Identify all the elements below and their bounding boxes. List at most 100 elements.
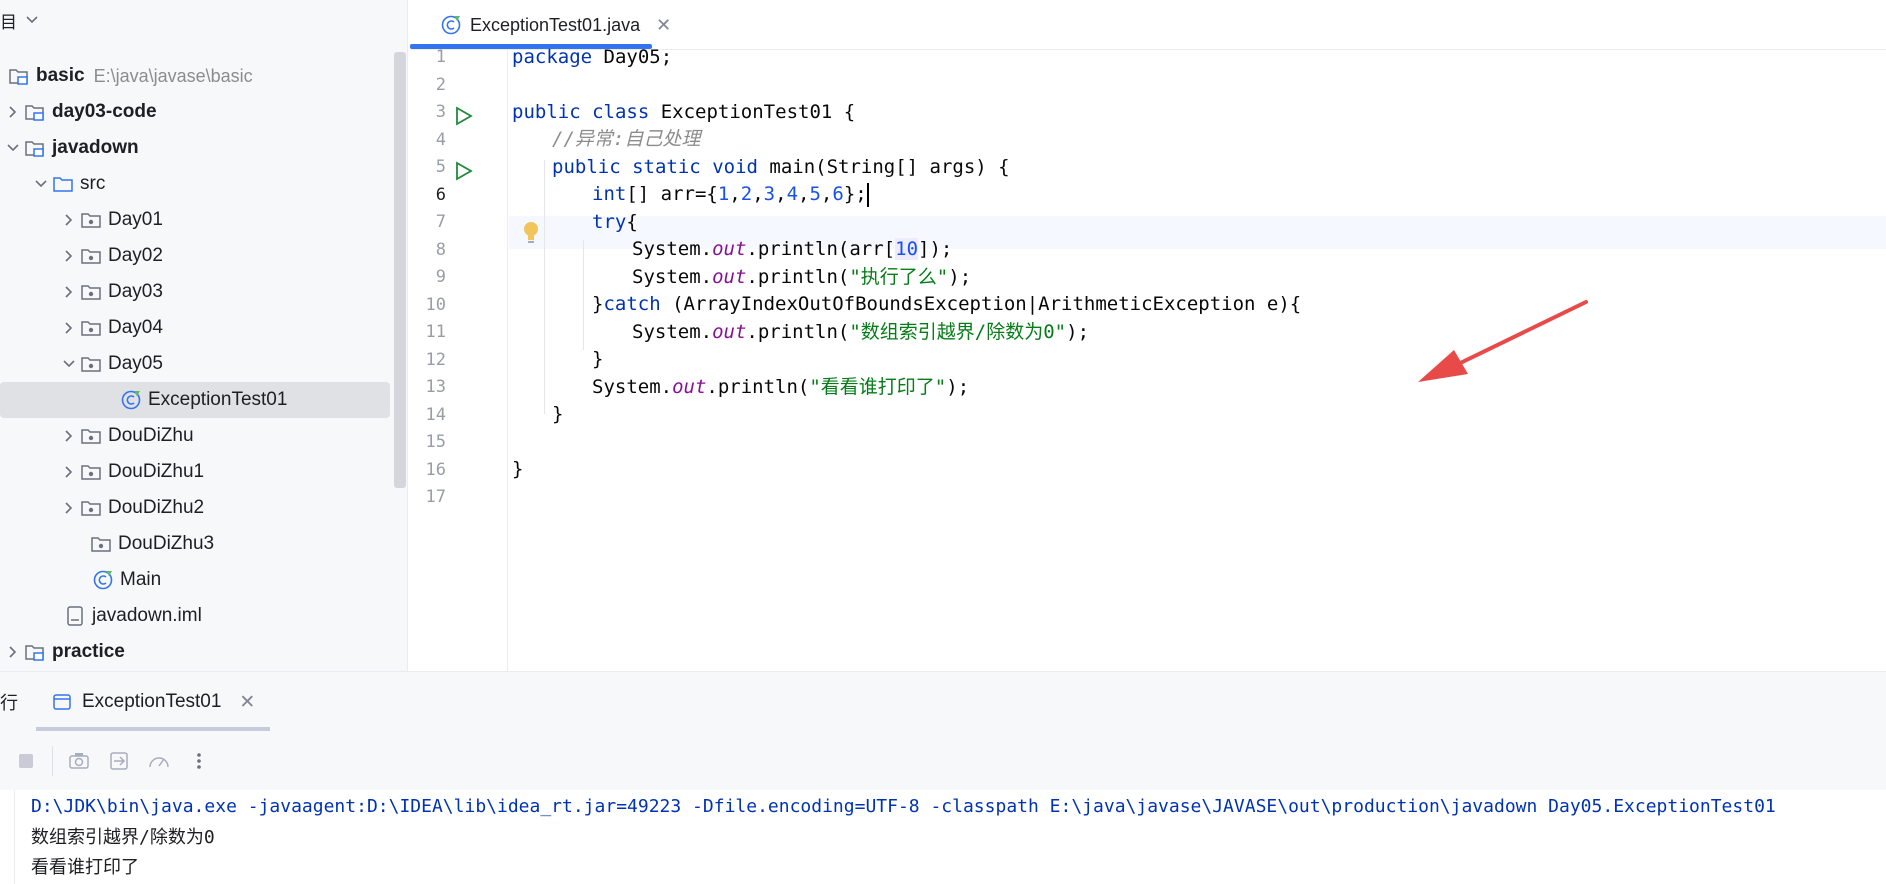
code-line-13: System.out.println("看看谁打印了"); xyxy=(512,371,969,404)
code-text: { xyxy=(626,211,638,233)
tree-item-day02[interactable]: Day02 xyxy=(0,238,390,274)
tree-item-practice[interactable]: practice xyxy=(0,634,390,670)
code-string: "看看谁打印了" xyxy=(809,376,947,398)
exit-icon[interactable] xyxy=(105,747,133,775)
code-keyword: static xyxy=(632,156,701,178)
tree-item-exceptiontest01[interactable]: ExceptionTest01 xyxy=(0,382,390,418)
code-number: 2 xyxy=(740,183,753,205)
module-icon xyxy=(6,65,32,87)
run-gutter-icon[interactable] xyxy=(452,105,474,127)
tree-item-day01[interactable]: Day01 xyxy=(0,202,390,238)
code-text: , xyxy=(775,183,787,205)
code-number: 6 xyxy=(832,183,844,205)
package-icon xyxy=(78,281,104,303)
chevron-right-icon[interactable] xyxy=(60,321,78,335)
code-line-14: } xyxy=(512,398,563,431)
tab-label: ExceptionTest01 xyxy=(82,691,222,712)
chevron-down-icon[interactable] xyxy=(60,359,78,369)
tree-item-javadown-iml[interactable]: javadown.iml xyxy=(0,598,390,634)
project-panel: 目 basic E:\java\javase\basic day03-code … xyxy=(0,0,408,671)
code-field: out xyxy=(672,376,707,398)
chevron-right-icon[interactable] xyxy=(60,249,78,263)
java-class-icon xyxy=(90,569,116,591)
code-field: out xyxy=(712,321,747,343)
code-keyword: try xyxy=(592,211,627,233)
chevron-right-icon[interactable] xyxy=(60,285,78,299)
code-text: System. xyxy=(632,321,713,343)
code-keyword: void xyxy=(712,156,758,178)
code-text: [] arr={ xyxy=(626,183,718,205)
tree-item-doudizhu2[interactable]: DouDiZhu2 xyxy=(0,490,390,526)
tree-item-javadown[interactable]: javadown xyxy=(0,130,390,166)
iml-file-icon xyxy=(62,605,88,627)
code-text: } xyxy=(592,348,604,370)
code-text: , xyxy=(752,183,764,205)
tree-item-doudizhu[interactable]: DouDiZhu xyxy=(0,418,390,454)
code-number: 1 xyxy=(717,183,730,205)
code-text: arr[ xyxy=(849,238,896,260)
tree-item-label: ExceptionTest01 xyxy=(148,389,288,410)
chevron-right-icon[interactable] xyxy=(4,645,22,659)
chevron-down-icon[interactable] xyxy=(32,179,50,189)
tree-item-label: practice xyxy=(52,641,125,662)
stop-icon[interactable] xyxy=(12,747,40,775)
java-class-icon xyxy=(118,389,144,411)
code-text: } xyxy=(552,403,564,425)
chevron-right-icon[interactable] xyxy=(4,105,22,119)
code-text: System. xyxy=(632,266,713,288)
console-output-line: 看看谁打印了 xyxy=(31,857,139,878)
code-text: .println( xyxy=(746,266,850,288)
tree-item-label: DouDiZhu2 xyxy=(108,497,205,518)
chevron-right-icon[interactable] xyxy=(60,429,78,443)
code-field: out xyxy=(712,266,747,288)
chevron-right-icon[interactable] xyxy=(60,501,78,515)
close-icon[interactable]: ✕ xyxy=(239,691,255,714)
tree-item-label: Day03 xyxy=(108,281,163,302)
tree-item-day04[interactable]: Day04 xyxy=(0,310,390,346)
tree-item-day03[interactable]: Day03 xyxy=(0,274,390,310)
close-icon[interactable]: ✕ xyxy=(656,15,671,36)
code-text: ExceptionTest01 { xyxy=(649,101,856,123)
project-panel-header[interactable]: 目 xyxy=(0,0,407,40)
chevron-down-icon[interactable] xyxy=(4,143,22,153)
code-text: System. xyxy=(592,376,673,398)
gauge-icon[interactable] xyxy=(145,747,173,775)
toolbar-divider xyxy=(52,746,53,776)
tree-item-basic[interactable]: basic E:\java\javase\basic xyxy=(0,58,390,94)
chevron-down-icon[interactable] xyxy=(25,12,39,28)
folder-icon xyxy=(50,173,76,195)
code-text: Day05; xyxy=(592,46,673,68)
module-icon xyxy=(22,641,48,663)
tree-item-label: javadown xyxy=(52,137,139,158)
code-text: , xyxy=(729,183,741,205)
chevron-right-icon[interactable] xyxy=(60,213,78,227)
chevron-right-icon[interactable] xyxy=(60,465,78,479)
camera-icon[interactable] xyxy=(65,747,93,775)
run-gutter-icon[interactable] xyxy=(452,160,474,182)
tree-item-day05[interactable]: Day05 xyxy=(0,346,390,382)
code-editor[interactable]: 1 2 3 4 5 6 7 8 9 10 11 12 13 14 15 16 17 package Day05;… xyxy=(410,46,1886,671)
tree-item-doudizhu3[interactable]: DouDiZhu3 xyxy=(0,526,390,562)
console-output-line: 数组索引越界/除数为0 xyxy=(31,827,215,848)
code-comment: //异常:自己处理 xyxy=(552,128,701,150)
tree-item-src[interactable]: src xyxy=(0,166,390,202)
package-icon xyxy=(78,245,104,267)
package-icon xyxy=(78,353,104,375)
project-panel-title: 目 xyxy=(0,12,17,32)
package-icon xyxy=(78,317,104,339)
more-icon[interactable] xyxy=(185,747,213,775)
tree-item-label: Day04 xyxy=(108,317,163,338)
project-scrollbar[interactable] xyxy=(394,52,406,488)
code-text: .println( xyxy=(746,238,850,260)
tree-item-day03-code[interactable]: day03-code xyxy=(0,94,390,130)
tree-item-main[interactable]: Main xyxy=(0,562,390,598)
active-tab-indicator xyxy=(36,727,270,731)
code-text: , xyxy=(820,183,833,205)
console-output[interactable]: D:\JDK\bin\java.exe -javaagent:D:\IDEA\l… xyxy=(14,790,1886,884)
tree-item-label: DouDiZhu xyxy=(108,425,194,446)
tree-item-doudizhu1[interactable]: DouDiZhu1 xyxy=(0,454,390,490)
run-panel: 行 ExceptionTest01 ✕ D:\JDK\bin\java.exe … xyxy=(0,671,1886,884)
code-keyword: int xyxy=(592,183,627,205)
tab-run-exceptiontest01[interactable]: ExceptionTest01 ✕ xyxy=(52,672,255,732)
code-text: main(String[] args) { xyxy=(757,156,1010,178)
